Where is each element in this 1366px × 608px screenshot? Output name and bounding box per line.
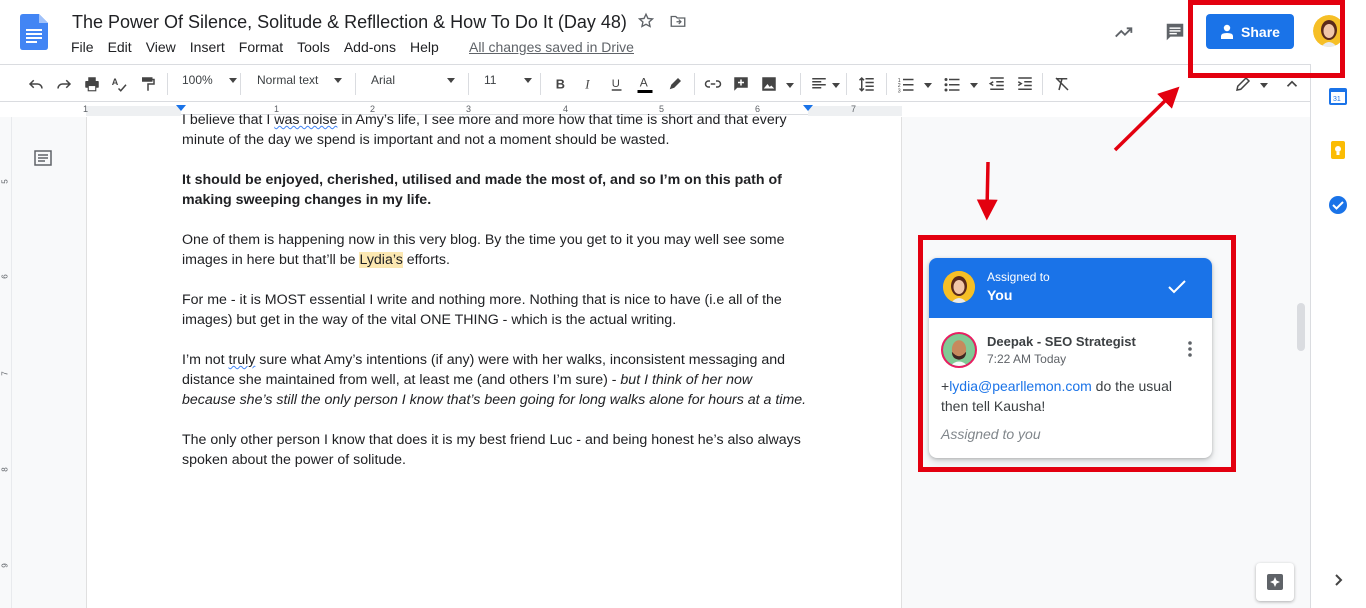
svg-text:I: I bbox=[584, 78, 590, 92]
menu-addons[interactable]: Add-ons bbox=[344, 39, 396, 55]
vruler-mark: 5 bbox=[0, 179, 10, 184]
style-value: Normal text bbox=[257, 73, 319, 87]
paint-format-icon[interactable] bbox=[139, 75, 157, 93]
document-body[interactable]: I believe that I was noise in Amy’s life… bbox=[182, 110, 808, 490]
toolbar-separator bbox=[240, 73, 241, 95]
svg-text:31: 31 bbox=[1333, 96, 1341, 103]
toolbar-separator bbox=[167, 73, 168, 95]
paragraph: One of them is happening now in this ver… bbox=[182, 230, 808, 270]
menu-insert[interactable]: Insert bbox=[190, 39, 225, 55]
toolbar-separator bbox=[694, 73, 695, 95]
vruler-mark: 6 bbox=[0, 274, 10, 279]
align-icon[interactable] bbox=[810, 75, 828, 93]
image-icon[interactable] bbox=[760, 75, 778, 93]
scrollbar-thumb[interactable] bbox=[1297, 303, 1305, 351]
calendar-icon[interactable]: 31 bbox=[1328, 86, 1348, 106]
text-run: One of them is happening now in this ver… bbox=[182, 232, 785, 268]
menu-tools[interactable]: Tools bbox=[297, 39, 330, 55]
paragraph: I believe that I was noise in Amy’s life… bbox=[182, 110, 808, 150]
outline-icon[interactable] bbox=[34, 150, 52, 166]
explore-icon bbox=[1267, 574, 1283, 590]
vruler-mark: 9 bbox=[0, 563, 10, 568]
activity-trend-icon[interactable] bbox=[1113, 21, 1135, 43]
text-run: I believe that I bbox=[182, 112, 275, 128]
zoom-value: 100% bbox=[182, 73, 213, 87]
svg-text:B: B bbox=[556, 77, 565, 92]
font-size-select[interactable]: 11 bbox=[484, 73, 533, 87]
document-title[interactable]: The Power Of Silence, Solitude & Reflleс… bbox=[72, 12, 627, 33]
toolbar-separator bbox=[540, 73, 541, 95]
add-comment-icon[interactable] bbox=[732, 75, 750, 93]
toolbar-separator bbox=[846, 73, 847, 95]
text-run: efforts. bbox=[402, 252, 450, 268]
ruler-margin-left bbox=[86, 106, 181, 116]
toolbar-separator bbox=[886, 73, 887, 95]
app-header: The Power Of Silence, Solitude & Reflleс… bbox=[0, 0, 1366, 64]
undo-icon[interactable] bbox=[27, 75, 45, 93]
bold-icon[interactable]: B bbox=[552, 75, 570, 93]
zoom-select[interactable]: 100% bbox=[182, 73, 237, 87]
svg-text:A: A bbox=[640, 75, 648, 89]
ruler-mark: 7 bbox=[851, 104, 857, 114]
keep-icon[interactable] bbox=[1328, 140, 1348, 160]
highlight-icon[interactable] bbox=[666, 75, 684, 93]
commented-text[interactable]: Lydia’s bbox=[359, 252, 403, 268]
menu-bar: File Edit View Insert Format Tools Add-o… bbox=[71, 39, 439, 55]
redo-icon[interactable] bbox=[55, 75, 73, 93]
decrease-indent-icon[interactable] bbox=[988, 75, 1006, 93]
vertical-ruler: 5 6 7 8 9 bbox=[0, 117, 12, 608]
explore-button[interactable] bbox=[1256, 563, 1294, 601]
style-select[interactable]: Normal text bbox=[257, 73, 343, 87]
menu-format[interactable]: Format bbox=[239, 39, 283, 55]
toolbar-separator bbox=[1042, 73, 1043, 95]
underline-icon[interactable]: U bbox=[608, 75, 626, 93]
docs-logo-icon[interactable] bbox=[20, 14, 48, 50]
bulleted-list-icon[interactable] bbox=[943, 75, 961, 93]
ruler-mark: 1 bbox=[83, 104, 89, 114]
vruler-mark: 7 bbox=[0, 371, 10, 376]
save-status[interactable]: All changes saved in Drive bbox=[469, 39, 634, 55]
toolbar-separator bbox=[800, 73, 801, 95]
comments-icon[interactable] bbox=[1164, 21, 1186, 43]
svg-text:3: 3 bbox=[898, 88, 901, 93]
menu-file[interactable]: File bbox=[71, 39, 94, 55]
text-run: I’m not bbox=[182, 352, 229, 368]
menu-view[interactable]: View bbox=[146, 39, 176, 55]
italic-icon[interactable]: I bbox=[580, 75, 598, 93]
font-select[interactable]: Arial bbox=[371, 73, 456, 87]
font-value: Arial bbox=[371, 73, 396, 87]
paragraph: I’m not truly sure what Amy’s intentions… bbox=[182, 350, 808, 410]
annotation-box-comment bbox=[918, 235, 1236, 472]
spellcheck-icon[interactable]: A bbox=[111, 75, 129, 93]
annotation-box-share bbox=[1188, 0, 1345, 78]
clear-formatting-icon[interactable] bbox=[1053, 75, 1071, 93]
spelling-suggestion[interactable]: was noise bbox=[274, 112, 337, 128]
formatting-toolbar: A 100% Normal text Arial 11 B I U A 123 bbox=[0, 64, 1310, 102]
vruler-mark: 8 bbox=[0, 467, 10, 472]
expand-panel-icon[interactable] bbox=[1328, 570, 1348, 590]
move-folder-icon[interactable] bbox=[669, 12, 687, 30]
print-icon[interactable] bbox=[83, 75, 101, 93]
toolbar-separator bbox=[468, 73, 469, 95]
svg-text:A: A bbox=[112, 77, 119, 87]
line-spacing-icon[interactable] bbox=[858, 75, 876, 93]
google-docs-window: The Power Of Silence, Solitude & Reflleс… bbox=[0, 0, 1366, 608]
text-color-icon[interactable]: A bbox=[636, 73, 654, 95]
font-size-value: 11 bbox=[484, 73, 497, 87]
toolbar-separator bbox=[355, 73, 356, 95]
increase-indent-icon[interactable] bbox=[1016, 75, 1034, 93]
link-icon[interactable] bbox=[704, 75, 722, 93]
title-icons bbox=[637, 12, 687, 30]
svg-text:U: U bbox=[612, 78, 620, 90]
paragraph: The only other person I know that does i… bbox=[182, 432, 801, 468]
menu-edit[interactable]: Edit bbox=[108, 39, 132, 55]
numbered-list-icon[interactable]: 123 bbox=[897, 75, 915, 93]
star-icon[interactable] bbox=[637, 12, 655, 30]
spelling-suggestion[interactable]: truly bbox=[229, 352, 256, 368]
paragraph-bold: It should be enjoyed, cherished, utilise… bbox=[182, 172, 782, 208]
tasks-icon[interactable] bbox=[1328, 195, 1348, 215]
paragraph: For me - it is MOST essential I write an… bbox=[182, 292, 782, 328]
menu-help[interactable]: Help bbox=[410, 39, 439, 55]
